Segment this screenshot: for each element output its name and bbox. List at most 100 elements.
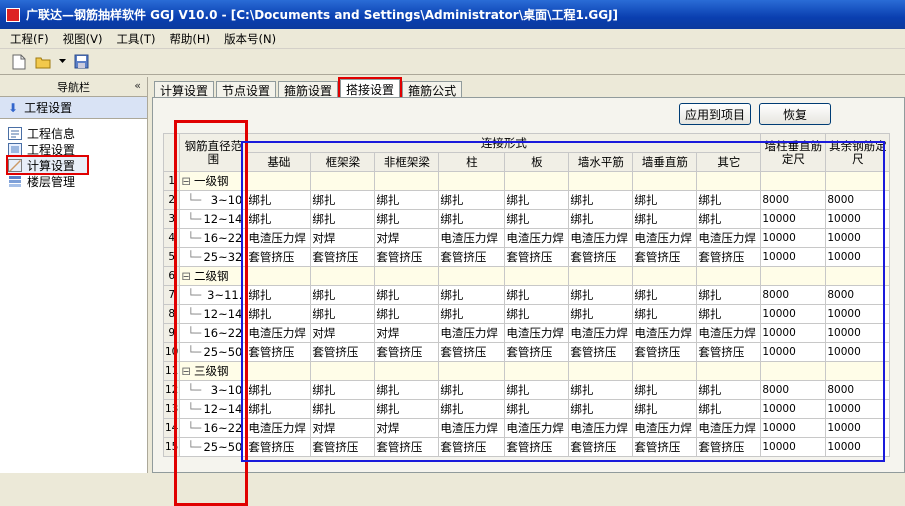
connection-type-cell[interactable]: 绑扎 <box>504 380 570 400</box>
connection-type-cell[interactable]: 绑扎 <box>632 285 698 305</box>
connection-type-cell[interactable]: 电渣压力焊 <box>504 418 570 438</box>
other-fixed-length-cell[interactable]: 8000 <box>825 285 891 305</box>
diameter-range-cell[interactable]: └─ 25~32 <box>179 247 248 267</box>
connection-type-cell[interactable] <box>504 266 570 286</box>
wall-fixed-length-cell[interactable] <box>760 361 827 381</box>
connection-type-cell[interactable]: 绑扎 <box>438 304 506 324</box>
other-fixed-length-cell[interactable]: 10000 <box>825 323 891 343</box>
connection-type-cell[interactable] <box>504 361 570 381</box>
connection-type-cell[interactable]: 绑扎 <box>438 190 506 210</box>
connection-type-cell[interactable]: 电渣压力焊 <box>696 418 762 438</box>
sidebar-item-project-info[interactable]: 工程信息 <box>8 125 147 141</box>
connection-type-cell[interactable]: 电渣压力焊 <box>696 228 762 248</box>
connection-type-cell[interactable] <box>568 171 634 191</box>
connection-type-cell[interactable]: 套管挤压 <box>568 437 634 457</box>
diameter-range-cell[interactable]: └─ 12~14 <box>179 399 248 419</box>
connection-type-cell[interactable]: 绑扎 <box>374 209 440 229</box>
connection-type-cell[interactable]: 电渣压力焊 <box>504 323 570 343</box>
connection-type-cell[interactable]: 电渣压力焊 <box>632 228 698 248</box>
sidebar-item-project-settings[interactable]: 工程设置 <box>8 141 147 157</box>
connection-type-cell[interactable]: 电渣压力焊 <box>504 228 570 248</box>
diameter-range-cell[interactable]: └─ 16~22 <box>179 228 248 248</box>
connection-type-cell[interactable]: 绑扎 <box>310 399 376 419</box>
connection-type-cell[interactable]: 绑扎 <box>310 209 376 229</box>
menu-version[interactable]: 版本号(N) <box>224 31 276 47</box>
connection-type-cell[interactable]: 绑扎 <box>696 399 762 419</box>
other-fixed-length-cell[interactable]: 10000 <box>825 247 891 267</box>
connection-type-cell[interactable] <box>632 171 698 191</box>
connection-type-cell[interactable] <box>632 361 698 381</box>
connection-type-cell[interactable] <box>310 361 376 381</box>
connection-type-cell[interactable] <box>696 361 762 381</box>
connection-type-cell[interactable]: 绑扎 <box>246 285 312 305</box>
connection-type-cell[interactable]: 绑扎 <box>438 399 506 419</box>
diameter-range-cell[interactable]: └─ 16~22 <box>179 418 248 438</box>
connection-type-cell[interactable]: 套管挤压 <box>374 342 440 362</box>
connection-type-cell[interactable]: 电渣压力焊 <box>632 323 698 343</box>
connection-type-cell[interactable] <box>246 266 312 286</box>
connection-type-cell[interactable]: 套管挤压 <box>632 437 698 457</box>
connection-type-cell[interactable]: 绑扎 <box>696 380 762 400</box>
connection-type-cell[interactable]: 绑扎 <box>310 190 376 210</box>
wall-fixed-length-cell[interactable]: 10000 <box>760 399 827 419</box>
diameter-range-cell[interactable]: └─ 12~14 <box>179 209 248 229</box>
other-fixed-length-cell[interactable]: 10000 <box>825 342 891 362</box>
apply-to-project-button[interactable]: 应用到项目 <box>679 103 751 125</box>
diameter-range-cell[interactable]: └─ 3~10 <box>179 380 248 400</box>
nav-group-project-settings[interactable]: ⬇ 工程设置 <box>0 97 147 119</box>
tab-lap-settings[interactable]: 搭接设置 <box>338 77 403 101</box>
wall-fixed-length-cell[interactable]: 10000 <box>760 209 827 229</box>
diameter-range-cell[interactable]: └─ 16~22 <box>179 323 248 343</box>
connection-type-cell[interactable]: 电渣压力焊 <box>696 323 762 343</box>
steel-grade-label[interactable]: ⊟ 三级钢 <box>179 361 248 381</box>
connection-type-cell[interactable]: 套管挤压 <box>438 342 506 362</box>
connection-type-cell[interactable]: 套管挤压 <box>438 437 506 457</box>
wall-fixed-length-cell[interactable]: 8000 <box>760 380 827 400</box>
connection-type-cell[interactable]: 绑扎 <box>632 380 698 400</box>
connection-type-cell[interactable]: 对焊 <box>374 323 440 343</box>
connection-type-cell[interactable]: 套管挤压 <box>504 247 570 267</box>
steel-grade-label[interactable]: ⊟ 一级钢 <box>179 171 248 191</box>
connection-type-cell[interactable]: 套管挤压 <box>310 437 376 457</box>
connection-type-cell[interactable]: 绑扎 <box>568 190 634 210</box>
wall-fixed-length-cell[interactable]: 10000 <box>760 342 827 362</box>
connection-type-cell[interactable]: 对焊 <box>310 418 376 438</box>
connection-type-cell[interactable] <box>246 171 312 191</box>
connection-type-cell[interactable]: 对焊 <box>310 228 376 248</box>
connection-type-cell[interactable]: 电渣压力焊 <box>568 418 634 438</box>
menu-project[interactable]: 工程(F) <box>10 31 49 47</box>
other-fixed-length-cell[interactable]: 10000 <box>825 399 891 419</box>
diameter-range-cell[interactable]: └─ 12~14 <box>179 304 248 324</box>
save-icon[interactable] <box>72 53 90 71</box>
connection-type-cell[interactable]: 套管挤压 <box>504 342 570 362</box>
connection-type-cell[interactable]: 绑扎 <box>374 304 440 324</box>
connection-type-cell[interactable]: 绑扎 <box>504 190 570 210</box>
diameter-range-cell[interactable]: └─ 25~50 <box>179 342 248 362</box>
connection-type-cell[interactable]: 电渣压力焊 <box>568 323 634 343</box>
connection-type-cell[interactable]: 绑扎 <box>374 190 440 210</box>
connection-type-cell[interactable]: 绑扎 <box>632 209 698 229</box>
connection-type-cell[interactable]: 绑扎 <box>632 190 698 210</box>
other-fixed-length-cell[interactable]: 10000 <box>825 228 891 248</box>
connection-type-cell[interactable] <box>310 266 376 286</box>
collapse-toggle-icon[interactable]: ⊟ <box>181 174 191 188</box>
other-fixed-length-cell[interactable]: 10000 <box>825 418 891 438</box>
connection-type-cell[interactable]: 对焊 <box>374 228 440 248</box>
connection-type-cell[interactable]: 绑扎 <box>504 399 570 419</box>
connection-type-cell[interactable]: 绑扎 <box>246 399 312 419</box>
connection-type-cell[interactable]: 绑扎 <box>568 399 634 419</box>
diameter-range-cell[interactable]: └─ 3~11. <box>179 285 248 305</box>
connection-type-cell[interactable]: 绑扎 <box>374 285 440 305</box>
connection-type-cell[interactable]: 电渣压力焊 <box>632 418 698 438</box>
connection-type-cell[interactable]: 绑扎 <box>374 380 440 400</box>
connection-type-cell[interactable]: 套管挤压 <box>568 247 634 267</box>
menu-tools[interactable]: 工具(T) <box>116 31 155 47</box>
other-fixed-length-cell[interactable] <box>825 361 891 381</box>
connection-type-cell[interactable]: 套管挤压 <box>696 342 762 362</box>
connection-type-cell[interactable]: 套管挤压 <box>246 247 312 267</box>
diameter-range-cell[interactable]: └─ 3~10 <box>179 190 248 210</box>
connection-type-cell[interactable]: 套管挤压 <box>568 342 634 362</box>
connection-type-cell[interactable]: 绑扎 <box>310 380 376 400</box>
connection-type-cell[interactable] <box>374 266 440 286</box>
other-fixed-length-cell[interactable] <box>825 266 891 286</box>
